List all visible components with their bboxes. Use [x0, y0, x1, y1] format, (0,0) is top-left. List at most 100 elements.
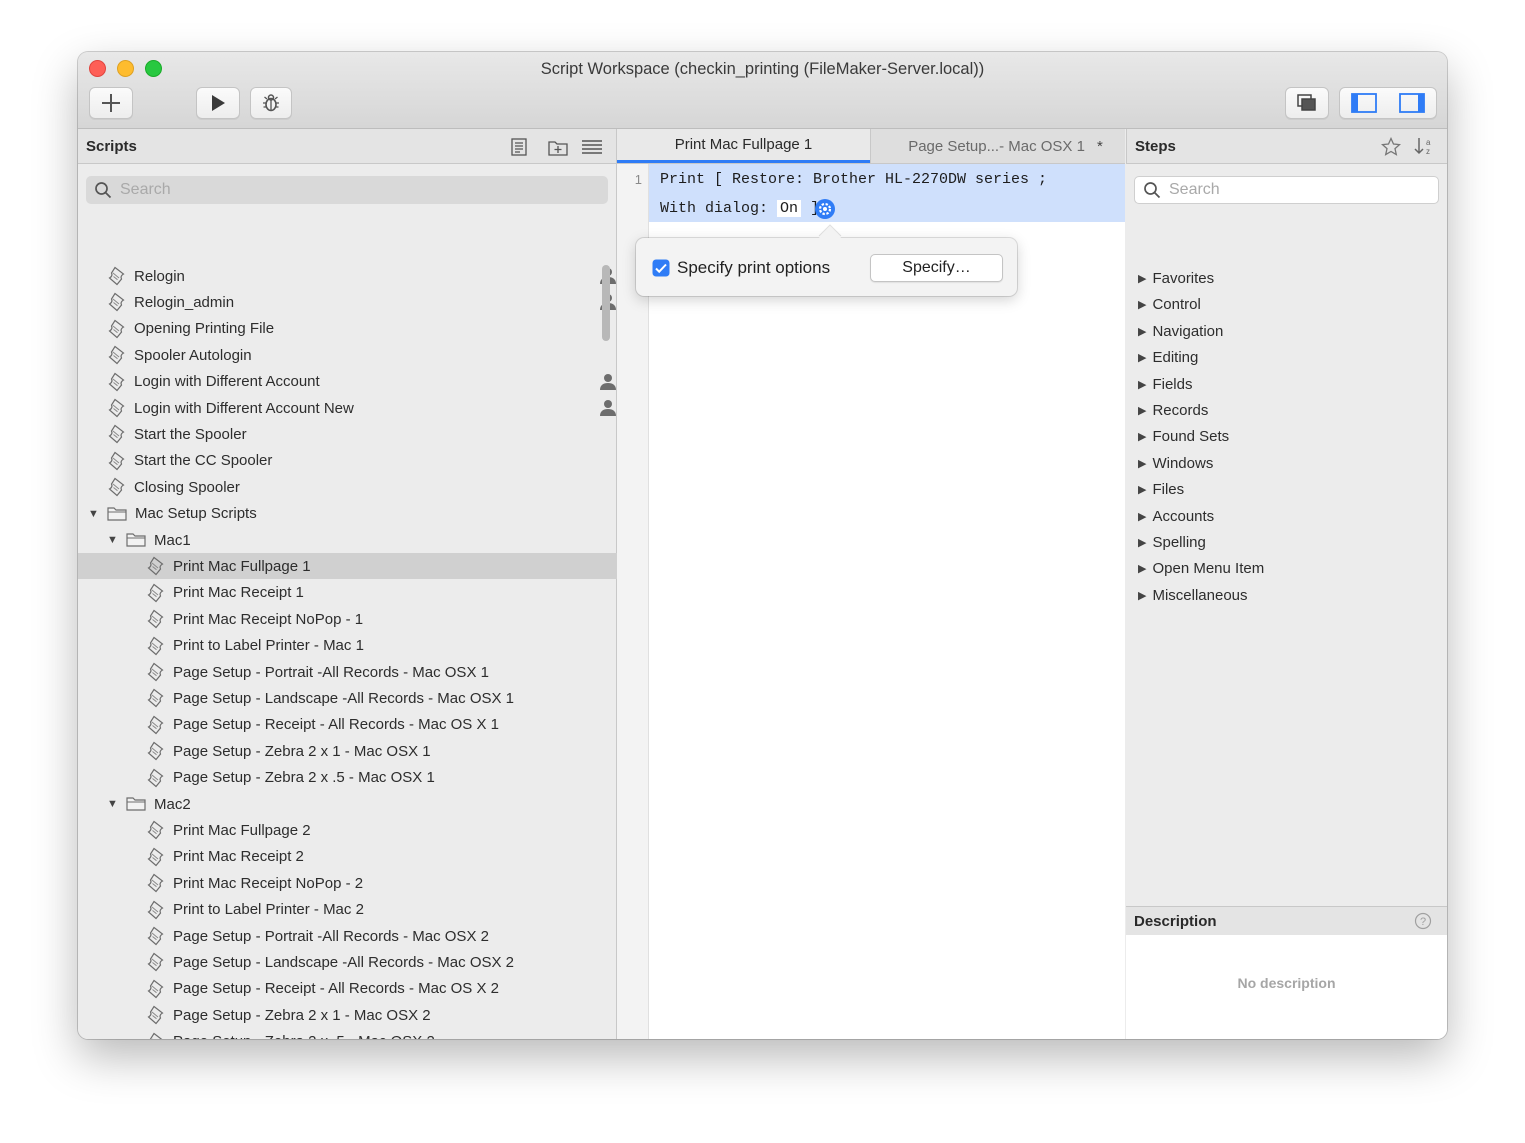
tab-page-setup-mac-osx-1[interactable]: Page Setup...- Mac OSX 1 *: [870, 129, 1126, 163]
script-row[interactable]: Print Mac Receipt 1: [78, 580, 665, 606]
steps-header-label: Steps: [1135, 138, 1176, 155]
scripts-scroll-thumb[interactable]: [602, 265, 610, 341]
windows-button[interactable]: [1285, 87, 1329, 119]
script-row[interactable]: Print Mac Receipt 2: [78, 844, 665, 870]
script-step-line[interactable]: Print [ Restore: Brother HL-2270DW serie…: [649, 164, 1125, 222]
new-script-icon[interactable]: [510, 138, 528, 156]
step-category-row[interactable]: ▶ Favorites: [1138, 270, 1214, 287]
step-category-row[interactable]: ▶ Found Sets: [1138, 428, 1229, 445]
disclosure-triangle-icon[interactable]: ▼: [107, 798, 119, 810]
disclosure-triangle-icon[interactable]: ▶: [1138, 298, 1146, 311]
disclosure-triangle-icon[interactable]: ▶: [1138, 483, 1146, 496]
disclosure-triangle-icon[interactable]: ▶: [1138, 536, 1146, 549]
folder-row[interactable]: ▼ Mac1: [78, 527, 625, 553]
script-row[interactable]: Print to Label Printer - Mac 2: [78, 897, 665, 923]
play-icon: [212, 95, 225, 111]
script-icon: [108, 345, 125, 365]
gear-icon[interactable]: [814, 198, 836, 220]
debug-script-button[interactable]: [250, 87, 292, 119]
script-row[interactable]: Page Setup - Zebra 2 x .5 - Mac OSX 1: [78, 765, 665, 791]
step-category-row[interactable]: ▶ Open Menu Item: [1138, 560, 1264, 577]
description-header-label: Description: [1134, 913, 1217, 930]
specify-print-options-checkbox[interactable]: Specify print options: [652, 258, 830, 278]
dialog-option-value[interactable]: On: [777, 200, 802, 217]
steps-search-input[interactable]: [1167, 180, 1429, 200]
script-row[interactable]: Page Setup - Zebra 2 x 1 - Mac OSX 2: [78, 1002, 665, 1028]
script-row[interactable]: Page Setup - Portrait -All Records - Mac…: [78, 659, 665, 685]
script-row[interactable]: Page Setup - Landscape -All Records - Ma…: [78, 949, 665, 975]
script-row[interactable]: Page Setup - Landscape -All Records - Ma…: [78, 685, 665, 711]
script-row[interactable]: Closing Spooler: [78, 474, 626, 500]
script-label: Start the CC Spooler: [134, 452, 273, 470]
script-row[interactable]: Page Setup - Portrait -All Records - Mac…: [78, 923, 665, 949]
scripts-scrollbar[interactable]: [600, 265, 612, 1039]
script-row[interactable]: Print Mac Fullpage 1: [78, 553, 665, 580]
script-row[interactable]: Login with Different Account: [78, 369, 626, 395]
step-category-row[interactable]: ▶ Miscellaneous: [1138, 587, 1248, 604]
script-row[interactable]: Opening Printing File: [78, 316, 626, 342]
script-row[interactable]: Print Mac Fullpage 2: [78, 817, 665, 843]
script-row[interactable]: Page Setup - Zebra 2 x 1 - Mac OSX 1: [78, 738, 665, 764]
script-row[interactable]: Print to Label Printer - Mac 1: [78, 633, 665, 659]
disclosure-triangle-icon[interactable]: ▶: [1138, 430, 1146, 443]
new-folder-icon[interactable]: [548, 138, 568, 156]
disclosure-triangle-icon[interactable]: ▶: [1138, 404, 1146, 417]
disclosure-triangle-icon[interactable]: ▶: [1138, 272, 1146, 285]
scripts-header: Scripts: [78, 129, 616, 164]
script-label: Print Mac Receipt NoPop - 2: [173, 874, 364, 892]
script-row[interactable]: Print Mac Receipt NoPop - 1: [78, 606, 665, 632]
script-row[interactable]: Page Setup - Receipt - All Records - Mac…: [78, 976, 665, 1002]
step-category-row[interactable]: ▶ Fields: [1138, 376, 1192, 393]
disclosure-triangle-icon[interactable]: ▶: [1138, 378, 1146, 391]
scripts-search-field[interactable]: [86, 176, 608, 204]
script-label: Print to Label Printer - Mac 2: [173, 901, 364, 919]
script-row[interactable]: Print Mac Receipt NoPop - 2: [78, 870, 665, 896]
pane-toggle-group: [1339, 87, 1437, 119]
specify-button[interactable]: Specify…: [870, 254, 1003, 282]
script-row[interactable]: Start the CC Spooler: [78, 448, 626, 474]
script-row[interactable]: Login with Different Account New: [78, 395, 626, 421]
disclosure-triangle-icon[interactable]: ▼: [107, 534, 119, 546]
folder-icon: [126, 797, 146, 811]
checkbox-checked-icon[interactable]: [652, 259, 670, 277]
step-category-row[interactable]: ▶ Control: [1138, 296, 1201, 313]
run-script-button[interactable]: [196, 87, 240, 119]
disclosure-triangle-icon[interactable]: ▼: [88, 508, 100, 520]
right-pane-toggle-icon[interactable]: [1399, 93, 1425, 113]
star-icon[interactable]: [1381, 137, 1401, 157]
scripts-search-input[interactable]: [118, 180, 566, 200]
disclosure-triangle-icon[interactable]: ▶: [1138, 562, 1146, 575]
step-category-row[interactable]: ▶ Files: [1138, 481, 1184, 498]
script-row[interactable]: Relogin_admin: [78, 289, 626, 315]
step-category-row[interactable]: ▶ Accounts: [1138, 508, 1214, 525]
step-category-row[interactable]: ▶ Records: [1138, 402, 1208, 419]
disclosure-triangle-icon[interactable]: ▶: [1138, 457, 1146, 470]
step-category-label: Accounts: [1152, 507, 1215, 525]
stacked-windows-icon: [1297, 94, 1316, 111]
script-row[interactable]: Page Setup - Receipt - All Records - Mac…: [78, 712, 665, 738]
disclosure-triangle-icon[interactable]: ▶: [1138, 589, 1146, 602]
list-options-icon[interactable]: [581, 138, 603, 156]
steps-search-field[interactable]: [1134, 176, 1439, 204]
step-category-row[interactable]: ▶ Navigation: [1138, 323, 1223, 340]
disclosure-triangle-icon[interactable]: ▶: [1138, 351, 1146, 364]
script-label: Page Setup - Portrait -All Records - Mac…: [173, 927, 489, 945]
script-row[interactable]: Relogin: [78, 263, 626, 289]
left-pane-toggle-icon[interactable]: [1351, 93, 1377, 113]
step-category-row[interactable]: ▶ Windows: [1138, 455, 1213, 472]
script-row[interactable]: Spooler Autologin: [78, 342, 626, 368]
folder-row[interactable]: ▼ Mac Setup Scripts: [78, 501, 606, 527]
tab-print-mac-fullpage-1[interactable]: Print Mac Fullpage 1: [617, 129, 870, 163]
script-row[interactable]: Page Setup - Zebra 2 x .5 - Mac OSX 2: [78, 1029, 665, 1039]
disclosure-triangle-icon[interactable]: ▶: [1138, 325, 1146, 338]
sort-az-icon[interactable]: a z: [1413, 136, 1437, 156]
help-icon[interactable]: ?: [1414, 912, 1432, 930]
step-category-row[interactable]: ▶ Editing: [1138, 349, 1198, 366]
disclosure-triangle-icon[interactable]: ▶: [1138, 510, 1146, 523]
script-row[interactable]: Start the Spooler: [78, 421, 626, 447]
script-tab-bar: Print Mac Fullpage 1 Page Setup...- Mac …: [617, 129, 1125, 164]
new-script-button[interactable]: [89, 87, 133, 119]
folder-row[interactable]: ▼ Mac2: [78, 791, 625, 817]
steps-pane: Steps a z ▶Favorites▶Control▶Navigation▶…: [1126, 129, 1447, 1039]
step-category-row[interactable]: ▶ Spelling: [1138, 534, 1206, 551]
